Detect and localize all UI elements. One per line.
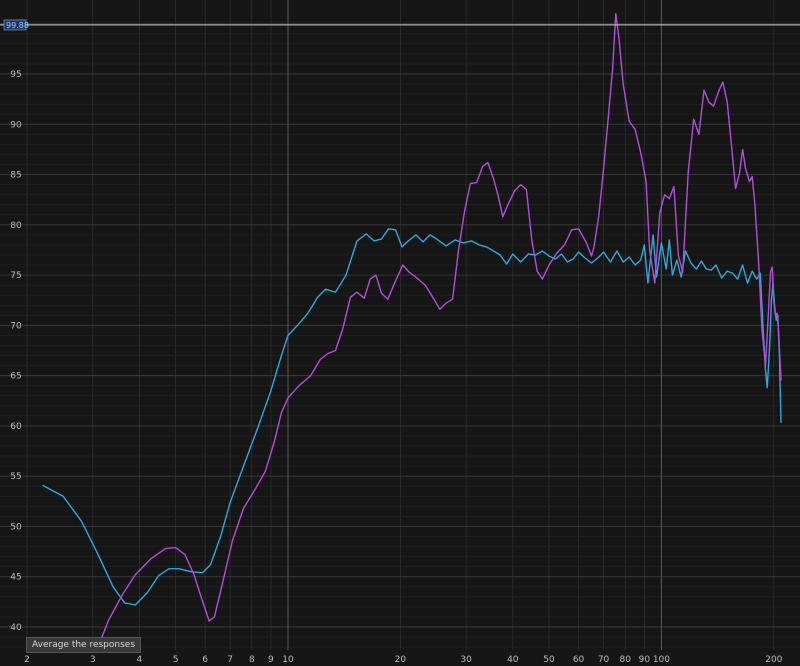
y-tick-label: 90 xyxy=(10,120,22,130)
y-tick-label: 55 xyxy=(10,472,21,482)
y-tick-label: 65 xyxy=(10,372,21,382)
spl-chart[interactable]: 404550556065707580859095 2 3 4 5 6 7 8 9 10 20 30 4… xyxy=(0,0,800,666)
y-tick-label: 75 xyxy=(10,271,21,281)
x-tick-label: 70 xyxy=(598,655,610,665)
x-tick-label: 50 xyxy=(543,655,555,665)
x-tick-label: 40 xyxy=(507,655,519,665)
x-tick-label: 5 xyxy=(173,655,179,665)
x-tick-label: 8 xyxy=(249,655,255,665)
x-tick-label: 20 xyxy=(395,655,407,665)
x-tick-label: 2 xyxy=(24,655,30,665)
y-tick-label: 95 xyxy=(10,70,21,80)
x-tick-label: 6 xyxy=(202,655,208,665)
x-tick-label: 200 xyxy=(765,655,782,665)
y-tick-label: 70 xyxy=(10,321,22,331)
y-tick-label: 45 xyxy=(10,573,21,583)
plot-background xyxy=(0,0,800,666)
y-tick-label: 50 xyxy=(10,522,22,532)
x-tick-label: 10 xyxy=(282,655,294,665)
x-tick-label: 100 xyxy=(653,655,670,665)
y-tick-label: 80 xyxy=(10,221,22,231)
x-tick-label: 3 xyxy=(90,655,96,665)
y-tick-label: 60 xyxy=(10,422,22,432)
x-tick-label: 90 xyxy=(639,655,651,665)
x-tick-label: 30 xyxy=(460,655,472,665)
x-tick-label: 4 xyxy=(137,655,143,665)
y-tick-label: 85 xyxy=(10,171,21,181)
y-tick-label: 40 xyxy=(10,623,22,633)
cursor-value-label: 99.88 xyxy=(6,21,29,30)
average-responses-tooltip: Average the responses xyxy=(26,637,142,653)
x-axis-labels: 2 3 4 5 6 7 8 9 10 20 30 40 50 60 70 80 90 100 200 xyxy=(24,655,783,665)
x-tick-label: 9 xyxy=(268,655,274,665)
x-tick-label: 60 xyxy=(573,655,585,665)
x-tick-label: 7 xyxy=(227,655,233,665)
x-tick-label: 80 xyxy=(619,655,631,665)
